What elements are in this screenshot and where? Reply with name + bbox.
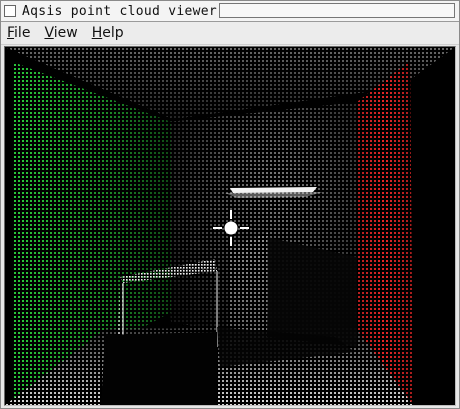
short-box-front	[101, 332, 217, 405]
menu-bar: File View Help	[1, 22, 459, 45]
window-menu-icon[interactable]	[4, 5, 16, 17]
menu-file[interactable]: File	[1, 23, 37, 43]
app-window: Aqsis point cloud viewer File View Help	[0, 0, 460, 409]
title-bar[interactable]: Aqsis point cloud viewer	[1, 1, 459, 22]
ceiling-light-panel	[230, 187, 317, 193]
window-title: Aqsis point cloud viewer	[22, 3, 218, 19]
menu-view[interactable]: View	[37, 23, 84, 43]
title-bar-fill	[219, 3, 455, 18]
point-cloud-render[interactable]	[5, 47, 455, 405]
menu-help[interactable]: Help	[85, 23, 131, 43]
point-cloud-viewport[interactable]	[4, 46, 456, 406]
